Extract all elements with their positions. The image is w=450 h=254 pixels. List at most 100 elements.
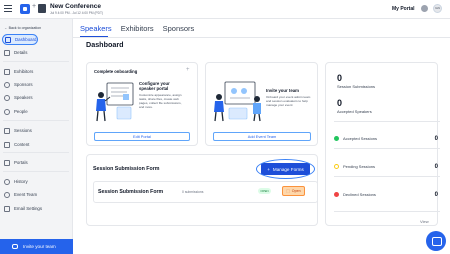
stats-card: 0 Session Submissions 0 Accepted Speaker… (325, 62, 440, 226)
submission-form-title: Session Submission Form (93, 166, 160, 172)
accepted-sessions-count: 0 (434, 135, 438, 142)
event-team-icon (4, 191, 10, 198)
content-icon (4, 141, 10, 148)
sidebar-divider (3, 120, 69, 121)
sessions-icon (4, 127, 10, 134)
stats-divider (334, 211, 440, 212)
stats-divider (334, 176, 440, 177)
back-to-organization-link[interactable]: ← Back to organization (4, 26, 41, 30)
form-submissions-count: 0 submissions (182, 190, 204, 194)
sidebar-item-label: Sessions (14, 128, 32, 133)
view-link[interactable]: View (420, 219, 429, 224)
stats-divider (334, 121, 440, 122)
sidebar-item-label: Email Settings (14, 206, 43, 211)
check-circle-icon (334, 136, 339, 141)
exhibitors-icon (4, 68, 10, 75)
tab-exhibitors[interactable]: Exhibitors (121, 24, 154, 36)
sidebar-item-label: Event Team (14, 192, 38, 197)
onboarding-description: Customize appearance, assign tasks, shar… (139, 93, 182, 109)
declined-sessions-label: Declined Sessions (343, 192, 376, 197)
sidebar-item-label: Content (14, 142, 30, 147)
highlight-ring (256, 159, 315, 179)
sidebar: ← Back to organization Dashboard Details… (0, 19, 73, 254)
tabs-divider (73, 37, 450, 38)
invite-card-text: Invite your team Onboard your event admi… (266, 88, 314, 107)
sidebar-item-label: Exhibitors (14, 69, 34, 74)
open-form-button[interactable]: ⬚ Open (282, 186, 305, 196)
edit-portal-button[interactable]: Edit Portal (94, 132, 190, 141)
portals-icon (4, 159, 10, 166)
conference-title: New Conference (50, 3, 101, 10)
sponsors-icon (4, 81, 10, 88)
dashboard-icon (5, 36, 11, 43)
my-portal-link[interactable]: My Portal (392, 6, 415, 12)
speakers-icon (4, 94, 10, 101)
sidebar-item-label: History (14, 179, 28, 184)
conference-date: Jul 9 4:00 PM - Jul 12 4:00 PM (PDT) (50, 11, 103, 15)
sidebar-item-people[interactable]: People (4, 106, 28, 117)
invite-label: Invite your team (23, 244, 56, 249)
details-icon (4, 49, 10, 56)
sidebar-item-event-team[interactable]: Event Team (4, 189, 37, 200)
form-status-badge: OPEN (258, 188, 271, 194)
sidebar-item-speakers[interactable]: Speakers (4, 92, 33, 103)
sidebar-divider (3, 152, 69, 153)
declined-sessions-row[interactable]: Declined Sessions 0 (334, 189, 440, 200)
invite-icon (12, 244, 18, 249)
invite-card-title: Invite your team (266, 88, 299, 93)
portal-tabs: Speakers Exhibitors Sponsors (80, 24, 194, 36)
sidebar-divider (3, 171, 69, 172)
accepted-speakers-count: 0 (337, 98, 343, 108)
accepted-sessions-row[interactable]: Accepted Sessions 0 (334, 133, 440, 144)
email-icon (4, 205, 10, 212)
app-logo-icon[interactable] (20, 4, 30, 14)
sidebar-item-sessions[interactable]: Sessions (4, 125, 32, 136)
invite-card-description: Onboard your event admin team and sessio… (266, 95, 311, 107)
sidebar-item-label: Dashboard (15, 37, 37, 42)
onboarding-card: Complete onboarding + Configure your spe… (86, 62, 198, 146)
back-label: Back to organization (8, 26, 42, 30)
tab-speakers[interactable]: Speakers (80, 24, 112, 36)
onboarding-text: Configure your speaker portal Customize … (139, 81, 187, 109)
tab-sponsors[interactable]: Sponsors (163, 24, 195, 36)
sidebar-item-content[interactable]: Content (4, 139, 29, 150)
sidebar-item-email-settings[interactable]: Email Settings (4, 203, 42, 214)
speaker-portal-illustration (96, 82, 134, 122)
session-submissions-count: 0 (337, 73, 343, 83)
open-label: Open (291, 189, 301, 193)
sidebar-item-details[interactable]: Details (4, 47, 27, 58)
history-icon (4, 178, 10, 185)
invite-team-illustration (214, 81, 261, 122)
external-link-icon: ⬚ (286, 189, 290, 193)
sidebar-item-label: Details (14, 50, 28, 55)
declined-sessions-count: 0 (434, 191, 438, 198)
menu-icon[interactable] (4, 5, 12, 12)
invite-team-button[interactable]: Invite your team (0, 239, 73, 254)
pending-sessions-label: Pending Sessions (343, 164, 376, 169)
pending-sessions-count: 0 (434, 163, 438, 170)
user-avatar[interactable]: GN (433, 4, 442, 13)
page-title: Dashboard (86, 40, 124, 49)
pending-sessions-row[interactable]: Pending Sessions 0 (334, 161, 440, 172)
sidebar-item-sponsors[interactable]: Sponsors (4, 79, 33, 90)
sidebar-item-history[interactable]: History (4, 176, 28, 187)
chat-icon[interactable] (426, 231, 446, 251)
onboarding-title: Configure your speaker portal (139, 81, 170, 91)
top-bar: + New Conference Jul 9 4:00 PM - Jul 12 … (0, 0, 450, 19)
sidebar-item-label: Speakers (14, 95, 33, 100)
sidebar-divider (3, 61, 69, 62)
sidebar-item-portals[interactable]: Portals (4, 157, 28, 168)
sidebar-item-label: People (14, 109, 28, 114)
sidebar-item-label: Portals (14, 160, 28, 165)
sidebar-item-exhibitors[interactable]: Exhibitors (4, 66, 33, 77)
form-name[interactable]: Session Submission Form (98, 189, 163, 195)
session-submissions-label: Session Submissions (337, 84, 376, 89)
people-icon (4, 108, 10, 115)
onboarding-heading: Complete onboarding (94, 69, 138, 74)
add-event-team-button[interactable]: Add Event Team (213, 132, 311, 141)
sidebar-item-dashboard[interactable]: Dashboard (2, 34, 38, 45)
accepted-speakers-label: Accepted Speakers (337, 109, 372, 114)
help-icon[interactable] (421, 5, 428, 12)
stats-divider (334, 148, 440, 149)
plus-icon[interactable]: + (186, 67, 190, 73)
